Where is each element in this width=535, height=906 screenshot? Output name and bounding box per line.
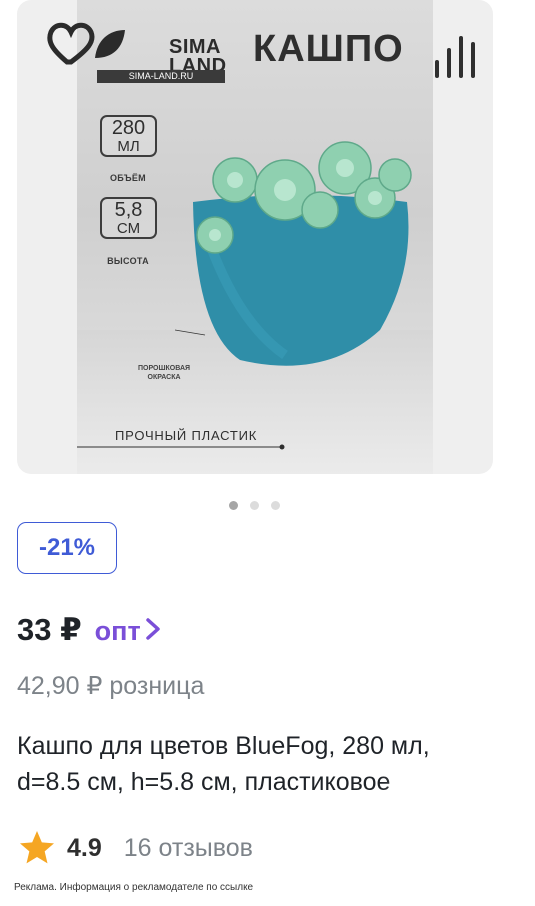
carousel-dot-3[interactable] [271, 501, 280, 510]
title-fade [380, 766, 500, 802]
logo-site-label: SIMA-LAND.RU [97, 70, 225, 83]
pot-illustration [175, 141, 412, 366]
spec-height-unit: СМ [116, 220, 141, 237]
spec-height-value: 5,8 [114, 199, 143, 221]
rating-value: 4.9 [67, 833, 102, 862]
spec-height-caption: ВЫСОТА [107, 256, 149, 266]
spec-volume-value: 280 [111, 117, 146, 139]
reviews-count[interactable]: 16 отзывов [124, 834, 253, 863]
price-row: 33 ₽ опт [17, 612, 161, 648]
material-underline [77, 444, 285, 450]
wholesale-price: 33 ₽ [17, 612, 82, 647]
chevron-right-icon[interactable] [145, 616, 161, 647]
star-icon [20, 831, 54, 864]
rating-row[interactable]: 4.9 16 отзывов [17, 828, 253, 868]
spec-height-box: 5,8 СМ [100, 197, 157, 239]
material-label: ПРОЧНЫЙ ПЛАСТИК [115, 428, 258, 443]
spec-volume-caption: ОБЪЁМ [110, 173, 146, 183]
carousel-dot-1[interactable] [229, 501, 238, 510]
discount-badge: -21% [17, 522, 117, 574]
spec-volume-box: 280 МЛ [100, 115, 157, 157]
product-image-card[interactable]: SIMA LAND SIMA-LAND.RU КАШПО 280 МЛ ОБЪЁ… [17, 0, 493, 474]
heart-leaf-logo-icon [47, 22, 125, 65]
opt-link[interactable]: опт [95, 616, 141, 647]
retail-price: 42,90 ₽ розница [17, 672, 205, 700]
coating-note: ПОРОШКОВАЯ ОКРАСКА [138, 365, 191, 381]
ad-notice[interactable]: Реклама. Информация о рекламодателе по с… [14, 882, 253, 893]
spec-volume-unit: МЛ [117, 138, 140, 155]
carousel-dot-2[interactable] [250, 501, 259, 510]
image-headline: КАШПО [253, 28, 404, 70]
